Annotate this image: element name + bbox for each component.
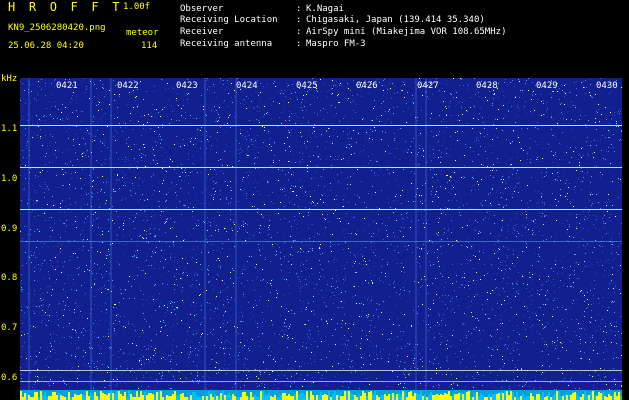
- signal-level-bars: [20, 391, 622, 400]
- separator: :: [296, 39, 302, 49]
- x-tick-0421: 0421: [56, 81, 78, 91]
- separator: :: [296, 27, 302, 37]
- hrofft-window: H R O F F T 1.00f KN9_2506280420.png met…: [0, 0, 629, 400]
- observer-value: K.Nagai: [306, 4, 344, 14]
- y-tick-1-1: 1.1: [1, 124, 18, 134]
- y-tick-0-6: 0.6: [1, 373, 18, 383]
- antenna-key: Receiving antenna: [180, 39, 273, 49]
- x-tick-0429: 0429: [536, 81, 558, 91]
- receiver-value: AirSpy mini (Miakejima VOR 108.65MHz): [306, 27, 507, 37]
- receiver-key: Receiver: [180, 27, 224, 37]
- observer-key: Observer: [180, 4, 224, 14]
- separator: :: [296, 15, 302, 25]
- y-tick-0-9: 0.9: [1, 224, 18, 234]
- app-title: H R O F F T: [8, 0, 123, 14]
- meteor-count: 114: [141, 41, 158, 51]
- meteor-label: meteor: [126, 28, 159, 38]
- spectrogram-noise: [20, 78, 622, 390]
- x-tick-0422: 0422: [117, 81, 139, 91]
- filename-label: KN9_2506280420.png: [8, 23, 106, 33]
- location-key: Receiving Location: [180, 15, 278, 25]
- separator: :: [296, 4, 302, 14]
- x-tick-0428: 0428: [476, 81, 498, 91]
- y-tick-0-7: 0.7: [1, 323, 18, 333]
- y-tick-0-8: 0.8: [1, 273, 18, 283]
- x-tick-0426: 0426: [356, 81, 378, 91]
- x-tick-0423: 0423: [176, 81, 198, 91]
- x-tick-0427: 0427: [417, 81, 439, 91]
- x-tick-0425: 0425: [296, 81, 318, 91]
- signal-level-strip: [20, 390, 622, 400]
- x-tick-0424: 0424: [236, 81, 258, 91]
- frequency-unit-label: kHz: [1, 74, 18, 84]
- y-tick-1-0: 1.0: [1, 174, 18, 184]
- antenna-value: Maspro FM-3: [306, 39, 366, 49]
- datetime-label: 25.06.28 04:20: [8, 41, 84, 51]
- location-value: Chigasaki, Japan (139.414 35.340): [306, 15, 485, 25]
- x-tick-0430: 0430: [596, 81, 618, 91]
- version-label: 1.00f: [123, 2, 151, 12]
- spectrogram-plot: [20, 78, 622, 390]
